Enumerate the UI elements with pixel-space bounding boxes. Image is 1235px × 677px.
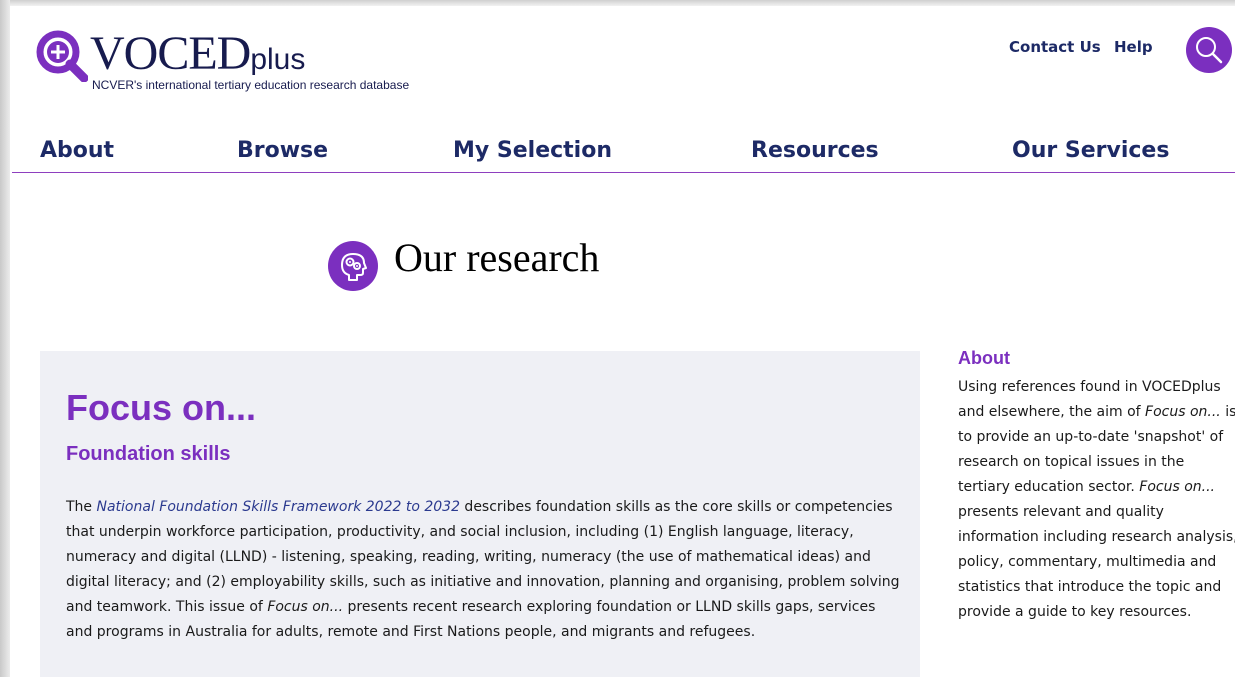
page: VOCEDplus NCVER's international tertiary…: [12, 8, 1235, 677]
focus-on-panel: Focus on... Foundation skills The Nation…: [40, 351, 920, 677]
nav-item-resources[interactable]: Resources: [751, 138, 879, 163]
nav-item-browse[interactable]: Browse: [237, 138, 328, 163]
head-gears-icon: [328, 241, 378, 291]
sidebar-body-text: Using references found in VOCEDplus and …: [958, 375, 1235, 625]
magnifier-plus-icon: [36, 30, 88, 82]
nav-item-our-services[interactable]: Our Services: [1012, 138, 1169, 163]
window-frame-left: [0, 0, 10, 677]
sidebar-emphasis-2: Focus on...: [1139, 479, 1215, 495]
nav-item-my-selection[interactable]: My Selection: [453, 138, 612, 163]
logo-brand-plus: plus: [250, 43, 306, 76]
body-emphasis: Focus on...: [267, 599, 344, 615]
focus-subheading: Foundation skills: [66, 443, 231, 465]
body-text-1: The: [66, 499, 97, 515]
nav-item-about[interactable]: About: [40, 138, 114, 163]
search-button[interactable]: [1186, 27, 1232, 73]
framework-link[interactable]: National Foundation Skills Framework 202…: [97, 499, 460, 515]
voced-logo[interactable]: VOCEDplus NCVER's international tertiary…: [34, 26, 504, 96]
help-link[interactable]: Help: [1114, 38, 1153, 56]
sidebar-title: About: [958, 348, 1010, 368]
search-icon: [1196, 37, 1223, 64]
sidebar-text-3: presents relevant and quality informatio…: [958, 504, 1235, 620]
logo-tagline: NCVER's international tertiary education…: [92, 78, 410, 92]
logo-brand-main: VOCED: [90, 27, 251, 80]
body-text-2: describes foundation skills as the core …: [66, 499, 900, 615]
focus-heading: Focus on...: [66, 387, 257, 428]
sidebar-emphasis-1: Focus on...: [1145, 404, 1221, 420]
window-frame-top: [0, 0, 1235, 6]
contact-us-link[interactable]: Contact Us: [1009, 38, 1101, 56]
main-nav: About Browse My Selection Resources Our …: [12, 136, 1235, 173]
about-sidebar: About Using references found in VOCEDplu…: [958, 348, 1235, 625]
page-title: Our research: [394, 235, 600, 280]
focus-body-text: The National Foundation Skills Framework…: [66, 495, 906, 645]
